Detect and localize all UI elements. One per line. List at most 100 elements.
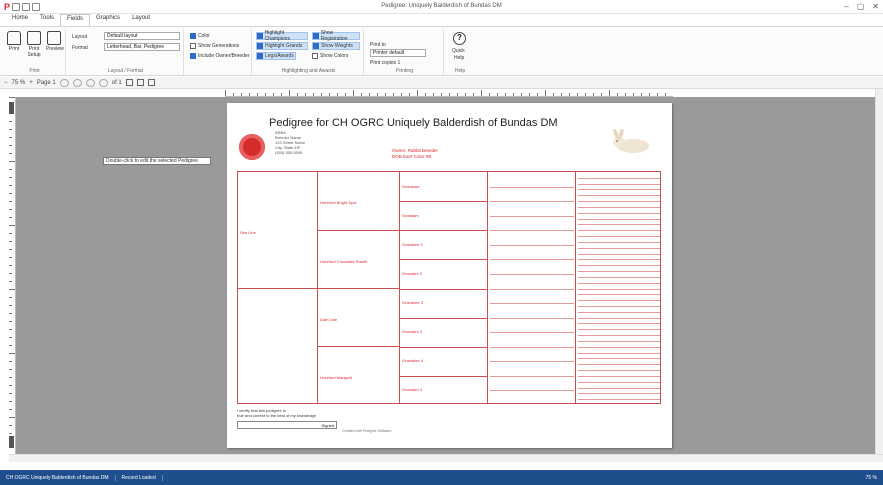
ruler-tick: [281, 93, 282, 96]
pedigree-title: Pedigree for CH OGRC Uniquely Balderdish…: [269, 117, 558, 129]
tab-graphics[interactable]: Graphics: [90, 14, 126, 26]
ruler-tick: [9, 241, 12, 242]
layout-select[interactable]: Default layout: [104, 32, 180, 40]
generation-1-column: Sire Line: [238, 172, 318, 403]
grid-row-line: [578, 346, 660, 348]
show-colors-checkbox: [312, 53, 318, 59]
generation-2-column: Hereford Bright Spot Hereford Chocolate …: [318, 172, 400, 403]
ruler-tick: [553, 93, 554, 96]
ruler-tick: [497, 93, 498, 96]
show-registration-option[interactable]: Show Registration: [312, 30, 360, 42]
help-label: Help: [454, 55, 465, 61]
ruler-tick: [265, 93, 266, 96]
grid-row-line: [578, 201, 660, 203]
show-weights-option[interactable]: Show Weights: [312, 42, 360, 50]
zoom-combo[interactable]: 75 %: [12, 80, 26, 86]
ruler-tick: [609, 90, 610, 96]
gen1-divider: [238, 288, 318, 289]
ruler-tick: [9, 393, 12, 394]
ruler-tick: [369, 93, 370, 96]
ruler-tick: [233, 93, 234, 96]
highlight-champions-option[interactable]: Highlight Champions: [256, 30, 308, 42]
generations-checkbox[interactable]: [190, 43, 196, 49]
minimize-button[interactable]: –: [844, 2, 848, 11]
ribbon-tabs: Home Tools Fields Graphics Layout: [0, 14, 883, 26]
close-button[interactable]: ✕: [872, 2, 879, 11]
gen2-name: Hereford Chocolate Starlet: [320, 259, 368, 264]
include-owner-option[interactable]: Include Owner/Breeder: [190, 52, 249, 60]
grid-row-line: [578, 253, 660, 255]
ruler-tick: [473, 93, 474, 96]
grid-row-line: [578, 218, 660, 220]
zoom-in-icon[interactable]: +: [29, 80, 33, 86]
generation-4-column: [488, 172, 576, 403]
help-icon[interactable]: ?: [453, 32, 466, 45]
ruler-tick: [457, 93, 458, 96]
grid-row-line: [578, 300, 660, 302]
help-group-label: Help: [454, 68, 466, 74]
ruler-tick: [657, 93, 658, 96]
window-controls: – ▢ ✕: [844, 2, 879, 11]
margin-marker-bottom[interactable]: [9, 436, 14, 448]
ruler-tick: [225, 90, 226, 96]
highlight-grands-option[interactable]: Highlight Grands: [256, 42, 308, 50]
ruler-tick: [9, 385, 12, 386]
zoom-out-icon[interactable]: −: [4, 80, 8, 86]
signature-field[interactable]: Signed: [237, 421, 337, 429]
ruler-tick: [9, 289, 15, 290]
print-copies-field[interactable]: Print copies 1: [370, 59, 400, 67]
show-colors-option[interactable]: Show Colors: [312, 52, 348, 60]
print-to-select[interactable]: Printer default: [370, 49, 426, 57]
preview-button[interactable]: Preview: [46, 31, 64, 52]
vertical-scrollbar[interactable]: [875, 89, 883, 454]
ruler-tick: [9, 225, 15, 226]
breeder-line: (555) 555-5555: [275, 150, 303, 155]
ribbon: Print Print Setup Preview Print Layout D…: [0, 26, 883, 76]
pedigree-page[interactable]: Pedigree for CH OGRC Uniquely Balderdish…: [227, 103, 672, 448]
owner-line: DOB Ear# Color Wt: [392, 154, 432, 159]
tab-fields[interactable]: Fields: [60, 14, 91, 26]
grid-row-line: [578, 311, 660, 313]
status-bar: CH OGRC Uniquely Balderdish of Bundas DM…: [0, 470, 883, 485]
four-page-icon[interactable]: [147, 79, 155, 86]
first-page-icon[interactable]: [59, 78, 69, 87]
show-generations-option[interactable]: Show Generations: [190, 42, 239, 50]
grid-row-line: [578, 329, 660, 331]
legs-awards-checkbox: [257, 53, 263, 59]
gen2-divider: [318, 346, 400, 347]
maximize-button[interactable]: ▢: [857, 2, 865, 11]
breeder-info: ARBA Breeder Name 123 Street Name City, …: [275, 130, 305, 155]
gen2-name: Dam Line: [320, 317, 338, 322]
ruler-tick: [249, 93, 250, 96]
single-page-icon[interactable]: [125, 79, 133, 86]
page-setup-icon: [27, 31, 41, 45]
two-page-icon[interactable]: [136, 79, 144, 86]
print-setup-button[interactable]: Print Setup: [26, 31, 42, 58]
grid-row-line: [578, 230, 660, 232]
grid-row-line: [578, 224, 660, 226]
next-page-icon[interactable]: [85, 78, 95, 87]
margin-marker-top[interactable]: [9, 102, 14, 114]
show-color-option[interactable]: Color: [190, 32, 210, 40]
ruler-tick: [9, 297, 12, 298]
highlight-grands-checkbox: [257, 43, 263, 49]
format-select[interactable]: Letterhead, Bar, Pedigree: [104, 43, 180, 51]
tab-home[interactable]: Home: [6, 14, 34, 26]
print-button[interactable]: Print: [6, 31, 22, 52]
owner-checkbox[interactable]: [190, 53, 196, 59]
horizontal-scrollbar[interactable]: [9, 454, 883, 462]
color-checkbox[interactable]: [190, 33, 196, 39]
ruler-tick: [417, 90, 418, 96]
tab-tools[interactable]: Tools: [34, 14, 60, 26]
grid-row-line: [490, 375, 574, 377]
last-page-icon[interactable]: [98, 78, 108, 87]
signature-label: Signed: [321, 423, 334, 428]
prev-page-icon[interactable]: [72, 78, 82, 87]
ruler-tick: [9, 249, 12, 250]
grid-row-line: [578, 393, 660, 395]
ruler-tick: [9, 401, 12, 402]
gen3-name: Grandsire 2: [402, 241, 423, 247]
grid-row-line: [578, 381, 660, 383]
tab-layout[interactable]: Layout: [126, 14, 156, 26]
legs-awards-option[interactable]: Legs/Awards: [256, 52, 296, 60]
